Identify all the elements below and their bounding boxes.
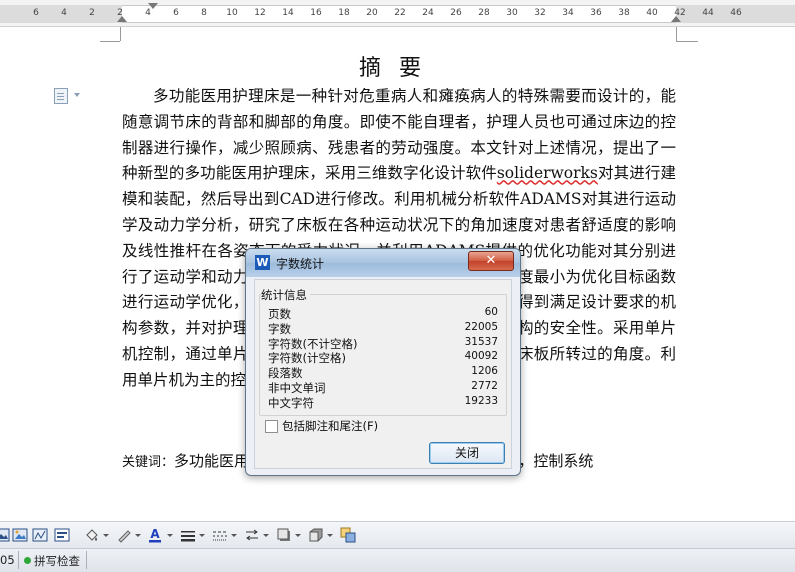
ruler-tick-label: 12	[254, 8, 266, 18]
picture-icon[interactable]	[0, 527, 10, 543]
shadow-style-icon[interactable]	[276, 527, 292, 543]
ruler-tick-label: 46	[730, 8, 742, 18]
stat-value: 60	[484, 306, 498, 318]
left-indent-marker[interactable]	[117, 16, 127, 22]
stat-value: 22005	[464, 321, 498, 333]
paragraph-layout-icon[interactable]	[54, 88, 68, 104]
ruler-tick-label: 20	[366, 8, 378, 18]
ruler-tick-label: 18	[338, 8, 350, 18]
ruler-tick-label: 40	[646, 8, 658, 18]
ruler-tick-label: 38	[618, 8, 630, 18]
font-color-icon[interactable]: A	[147, 527, 163, 543]
chevron-down-icon[interactable]	[199, 534, 205, 537]
ruler-tick-label: 36	[590, 8, 602, 18]
stat-row-chars-with-space: 字符数(计空格) 40092	[268, 350, 498, 365]
ruler-tick-label: 6	[33, 8, 39, 18]
close-icon[interactable]: ✕	[468, 251, 514, 271]
page-title: 摘要	[358, 56, 439, 81]
arrow-style-icon[interactable]	[244, 527, 260, 543]
chevron-down-icon[interactable]	[167, 534, 173, 537]
horizontal-ruler[interactable]: 6 4 2 2 4 6 8 10 12 14 16 18 20 22 24 26 28 30 32 34 36 38 40 4…	[0, 0, 795, 27]
dash-style-icon[interactable]	[212, 527, 228, 543]
chevron-down-icon[interactable]	[74, 93, 80, 97]
drawing-toolbar: A	[0, 521, 795, 549]
ruler-tick-label: 32	[534, 8, 546, 18]
stat-label: 段落数	[268, 366, 303, 380]
stat-row-pages: 页数 60	[268, 306, 498, 321]
status-separator	[86, 551, 87, 569]
ruler-tick-label: 28	[478, 8, 490, 18]
ruler-tick-label: 4	[61, 8, 67, 18]
right-indent-marker[interactable]	[671, 16, 681, 22]
include-footnotes-checkbox[interactable]	[265, 420, 278, 433]
wps-app-icon: W	[255, 255, 270, 270]
margin-corner-top-left	[100, 41, 120, 42]
stat-label: 中文字符	[268, 396, 314, 410]
stat-row-chars-no-space: 字符数(不计空格) 31537	[268, 336, 498, 351]
spell-check-button[interactable]: 拼写检查	[34, 553, 80, 569]
chevron-down-icon[interactable]	[231, 534, 237, 537]
misspelled-word[interactable]: soliderworks	[497, 164, 598, 182]
close-button[interactable]: 关闭	[429, 442, 505, 464]
line-style-icon[interactable]	[180, 527, 196, 543]
status-page-number: 05	[0, 553, 15, 567]
ruler-tick-label: 6	[173, 8, 179, 18]
stat-label: 字数	[268, 322, 291, 336]
ruler-tick-label: 34	[562, 8, 574, 18]
first-line-indent-marker[interactable]	[148, 3, 158, 9]
svg-text:A: A	[150, 527, 160, 541]
status-bar: 05 拼写检查	[0, 548, 795, 572]
stat-label: 页数	[268, 307, 291, 321]
ruler-tick-label: 26	[450, 8, 462, 18]
stat-value: 2772	[471, 380, 498, 392]
margin-corner-top-right-v	[676, 27, 677, 41]
stat-label: 字符数(计空格)	[268, 351, 346, 365]
chevron-down-icon[interactable]	[135, 534, 141, 537]
include-footnotes-label[interactable]: 包括脚注和尾注(F)	[282, 418, 378, 434]
select-objects-icon[interactable]	[340, 527, 356, 543]
margin-corner-top-left-v	[120, 27, 121, 41]
ruler-tick-label: 44	[702, 8, 714, 18]
dialog-titlebar[interactable]: W 字数统计 ✕	[246, 249, 520, 277]
ruler-tick-label: 30	[506, 8, 518, 18]
ruler-tick-label: 2	[89, 8, 95, 18]
word-count-dialog[interactable]: W 字数统计 ✕ 统计信息 页数 60 字数 22005 字符数(不计空格) 3…	[245, 248, 521, 476]
ruler-tick-label: 22	[394, 8, 406, 18]
stats-group-label: 统计信息	[261, 287, 310, 303]
dialog-content: 统计信息 页数 60 字数 22005 字符数(不计空格) 31537 字符数(…	[254, 279, 512, 469]
line-color-icon[interactable]	[116, 527, 132, 543]
dialog-title: 字数统计	[276, 257, 325, 271]
stat-value: 1206	[471, 365, 498, 377]
chevron-down-icon[interactable]	[263, 534, 269, 537]
ruler-tick-label: 4	[145, 8, 151, 18]
textbox-icon[interactable]	[54, 527, 70, 543]
stat-value: 19233	[464, 395, 498, 407]
status-separator	[18, 551, 19, 569]
stat-row-non-chinese-words: 非中文单词 2772	[268, 380, 498, 395]
stat-row-words: 字数 22005	[268, 321, 498, 336]
fill-color-icon[interactable]	[84, 527, 100, 543]
keywords-label: 关键词：	[122, 455, 175, 470]
3d-style-icon[interactable]	[308, 527, 324, 543]
ruler-tick-label: 14	[282, 8, 294, 18]
ruler-tick-label: 10	[226, 8, 238, 18]
chevron-down-icon[interactable]	[295, 534, 301, 537]
chevron-down-icon[interactable]	[103, 534, 109, 537]
stat-value: 40092	[464, 350, 498, 362]
ruler-tick-label: 8	[201, 8, 207, 18]
stat-label: 非中文单词	[268, 381, 326, 395]
spell-check-status-icon	[24, 557, 31, 564]
margin-corner-top-right	[676, 41, 698, 42]
clipart-icon[interactable]	[32, 527, 48, 543]
stat-row-paragraphs: 段落数 1206	[268, 365, 498, 380]
chevron-down-icon[interactable]	[327, 534, 333, 537]
ruler-tick-label: 24	[422, 8, 434, 18]
ruler-tick-label: 16	[310, 8, 322, 18]
insert-picture-icon[interactable]	[12, 527, 28, 543]
stat-value: 31537	[464, 336, 498, 348]
stat-row-chinese-chars: 中文字符 19233	[268, 395, 498, 410]
